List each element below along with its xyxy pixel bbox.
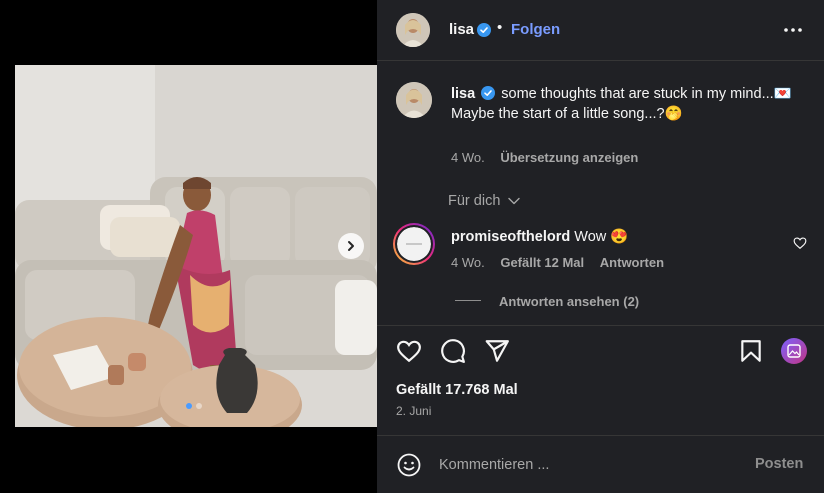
composer-divider [377,435,824,436]
reels-icon[interactable] [781,338,807,364]
carousel-dots [186,403,202,409]
post-comment-button[interactable]: Posten [755,456,803,472]
author-username[interactable]: lisa [449,21,474,38]
for-you-filter[interactable]: Für dich [448,193,521,209]
comment-reply-button[interactable]: Antworten [600,255,664,270]
caption-age: 4 Wo. [451,150,485,165]
comment-heart-icon[interactable] [793,236,807,250]
comment-likes[interactable]: Gefällt 12 Mal [500,255,584,270]
comment-meta: 4 Wo. Gefällt 12 Mal Antworten [451,255,676,270]
caption-meta: 4 Wo. Übersetzung anzeigen [451,150,638,165]
comment-age: 4 Wo. [451,255,485,270]
emoji-icon[interactable] [397,453,421,477]
post-photo[interactable] [15,65,377,427]
more-icon[interactable] [782,22,804,38]
view-replies-button[interactable]: Antworten ansehen (2) [499,294,639,309]
chevron-right-icon [348,241,354,251]
comment-input[interactable] [439,452,739,478]
bookmark-icon[interactable] [738,338,764,364]
replies-line [455,300,481,301]
follow-button[interactable]: Folgen [511,21,560,38]
carousel-next-button[interactable] [338,233,364,259]
comment-icon[interactable] [440,338,466,364]
actions-divider [377,325,824,326]
caption-line-2: Maybe the start of a little song...?🤭 [451,106,683,122]
verified-icon [481,86,496,100]
caption-line-1: some thoughts that are stuck in my mind.… [501,86,792,102]
translate-button[interactable]: Übersetzung anzeigen [500,150,638,165]
carousel-dot [186,403,192,409]
commenter-avatar-image [397,227,431,261]
for-you-label: Für dich [448,193,501,209]
chevron-down-icon [508,197,521,205]
likes-count[interactable]: Gefällt 17.768 Mal [396,382,518,398]
caption-avatar-image [396,82,432,118]
author-avatar[interactable] [396,13,430,47]
post-photo-illustration [15,65,377,427]
header-separator: • [497,19,503,36]
caption-text: lisa some thoughts that are stuck in my … [451,84,806,124]
post-date[interactable]: 2. Juni [396,404,431,418]
heart-icon[interactable] [396,338,422,364]
carousel-dot [196,403,202,409]
caption-username[interactable]: lisa [451,86,475,102]
share-icon[interactable] [484,338,510,364]
caption-avatar[interactable] [396,82,432,118]
commenter-avatar[interactable] [393,223,435,265]
image-icon [787,344,801,358]
commenter-avatar-ring [395,225,433,263]
comment-body: Wow 😍 [574,229,629,245]
author-avatar-image [396,13,430,47]
media-pane [0,0,377,493]
post-details-panel: lisa • Folgen lisa some thoughts that ar… [377,0,824,493]
header-divider [377,60,824,61]
verified-icon [477,23,491,37]
comment-text: promiseofthelord Wow 😍 [451,228,628,245]
commenter-username[interactable]: promiseofthelord [451,229,570,245]
